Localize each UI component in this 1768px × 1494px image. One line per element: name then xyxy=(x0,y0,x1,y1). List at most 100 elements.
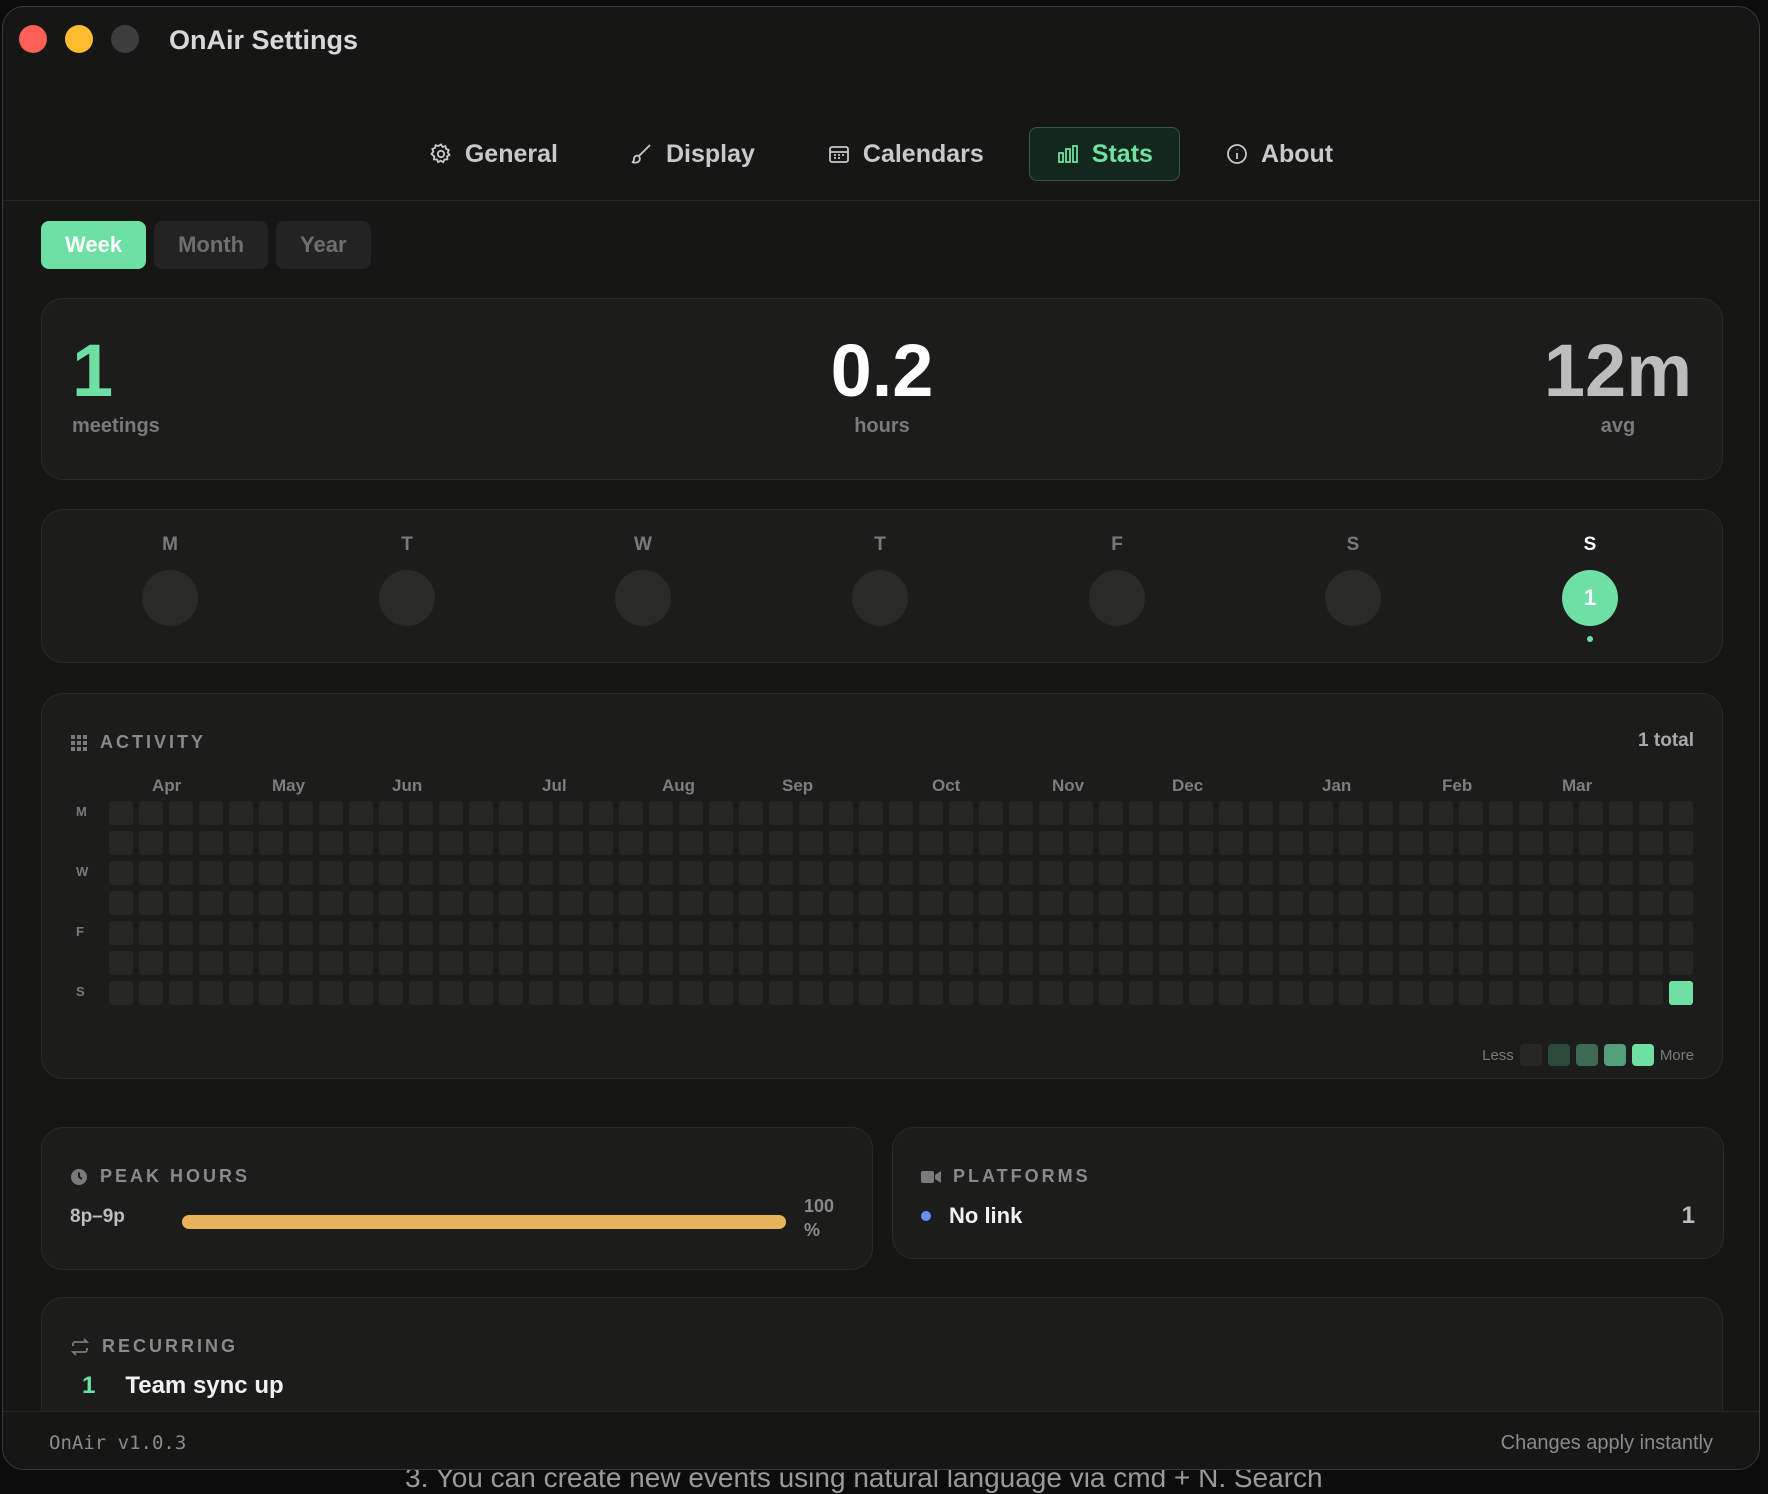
platforms-card: PLATFORMS No link 1 xyxy=(892,1127,1724,1259)
peak-hours-fill xyxy=(182,1215,786,1229)
heatmap-cell xyxy=(259,891,283,915)
heatmap-cell xyxy=(859,981,883,1005)
month-label: Oct xyxy=(932,776,961,795)
tab-general-label: General xyxy=(464,139,558,168)
heatmap-cell xyxy=(1549,891,1573,915)
heatmap-cell xyxy=(319,981,343,1005)
today-indicator-dot xyxy=(1587,636,1593,642)
heatmap-cell xyxy=(349,981,373,1005)
heatmap-cell xyxy=(949,951,973,975)
platform-dot xyxy=(921,1211,931,1221)
week-day-2: W xyxy=(603,534,683,626)
heatmap-cell xyxy=(619,801,643,825)
heatmap-cell xyxy=(1429,951,1453,975)
heatmap-cell xyxy=(619,951,643,975)
video-camera-icon xyxy=(921,1170,941,1183)
heatmap-cell xyxy=(919,801,943,825)
heatmap-cell xyxy=(829,921,853,945)
week-day-circle xyxy=(1325,570,1381,626)
recurring-title: RECURRING xyxy=(102,1336,239,1356)
heatmap-cell xyxy=(1429,831,1453,855)
week-day-circle: 1 xyxy=(1562,570,1618,626)
heatmap-cell xyxy=(1339,801,1363,825)
heatmap-cell xyxy=(619,831,643,855)
peak-hours-card: PEAK HOURS 8p–9p 100 % xyxy=(41,1127,873,1270)
zoom-window-button[interactable] xyxy=(111,25,139,53)
avg-stat: 12m avg xyxy=(1544,331,1692,438)
heatmap-cell xyxy=(139,921,163,945)
heatmap-cell xyxy=(649,951,673,975)
heatmap-cell xyxy=(1129,891,1153,915)
calendar-icon xyxy=(829,146,849,163)
week-day-label: W xyxy=(634,534,652,555)
heatmap-cell xyxy=(829,981,853,1005)
heatmap-cell xyxy=(469,921,493,945)
minimize-window-button[interactable] xyxy=(65,25,93,53)
heatmap-cell xyxy=(469,891,493,915)
heatmap-cell xyxy=(1549,981,1573,1005)
heatmap-cell xyxy=(439,861,463,885)
heatmap-cell xyxy=(409,981,433,1005)
heatmap-cell xyxy=(199,951,223,975)
heatmap-cell xyxy=(559,981,583,1005)
heatmap-cell xyxy=(889,921,913,945)
heatmap-cell xyxy=(379,981,403,1005)
heatmap-cell xyxy=(1129,861,1153,885)
activity-header: ACTIVITY xyxy=(70,732,206,753)
heatmap-cell xyxy=(799,981,823,1005)
heatmap-cell xyxy=(739,801,763,825)
heatmap-cell xyxy=(529,981,553,1005)
heatmap-cell xyxy=(1489,891,1513,915)
heatmap-cell xyxy=(709,981,733,1005)
tab-about-label: About xyxy=(1260,139,1334,168)
tab-general[interactable]: General xyxy=(402,127,585,181)
heatmap-cell xyxy=(769,891,793,915)
heatmap-cell xyxy=(1189,891,1213,915)
info-icon xyxy=(1227,144,1247,164)
legend-less: Less xyxy=(1482,1046,1514,1064)
heatmap-cell xyxy=(1219,801,1243,825)
heatmap-cell xyxy=(979,951,1003,975)
heatmap-cell xyxy=(1669,861,1693,885)
heatmap-cell xyxy=(1009,861,1033,885)
heatmap-cell xyxy=(1219,951,1243,975)
heatmap-cell xyxy=(1429,861,1453,885)
heatmap-cell xyxy=(1129,981,1153,1005)
heatmap-cell xyxy=(769,861,793,885)
heatmap-cell xyxy=(919,891,943,915)
tab-display[interactable]: Display xyxy=(603,127,782,181)
peak-hours-header: PEAK HOURS xyxy=(70,1166,250,1187)
platforms-title: PLATFORMS xyxy=(953,1166,1091,1186)
tab-calendars[interactable]: Calendars xyxy=(800,127,1011,181)
heatmap-cell xyxy=(979,831,1003,855)
heatmap-cell xyxy=(319,831,343,855)
range-month-button[interactable]: Month xyxy=(154,221,269,269)
heatmap-cell xyxy=(439,921,463,945)
heatmap-cell xyxy=(769,951,793,975)
heatmap-cell xyxy=(529,921,553,945)
heatmap-cell xyxy=(1399,831,1423,855)
heatmap-cell xyxy=(619,981,643,1005)
heatmap-cell xyxy=(1579,801,1603,825)
close-window-button[interactable] xyxy=(19,25,47,53)
heatmap-cell xyxy=(679,951,703,975)
peak-hours-row: 8p–9p 100 % xyxy=(70,1196,844,1244)
heatmap-cell xyxy=(1519,921,1543,945)
tab-stats[interactable]: Stats xyxy=(1028,127,1180,181)
heatmap-cell xyxy=(979,921,1003,945)
range-week-button[interactable]: Week xyxy=(41,221,147,269)
heatmap-cell xyxy=(169,831,193,855)
week-day-label: T xyxy=(401,534,413,555)
heatmap-cell xyxy=(1099,981,1123,1005)
heatmap-cell xyxy=(709,831,733,855)
tab-about[interactable]: About xyxy=(1198,127,1360,181)
heatmap-cell xyxy=(1339,921,1363,945)
heatmap-cell xyxy=(529,861,553,885)
range-year-button[interactable]: Year xyxy=(276,221,371,269)
heatmap-cell xyxy=(289,921,313,945)
heatmap-cell xyxy=(319,921,343,945)
heatmap-cell xyxy=(289,891,313,915)
heatmap-cell xyxy=(1459,891,1483,915)
heatmap-cell xyxy=(1309,831,1333,855)
heatmap-cell xyxy=(589,921,613,945)
